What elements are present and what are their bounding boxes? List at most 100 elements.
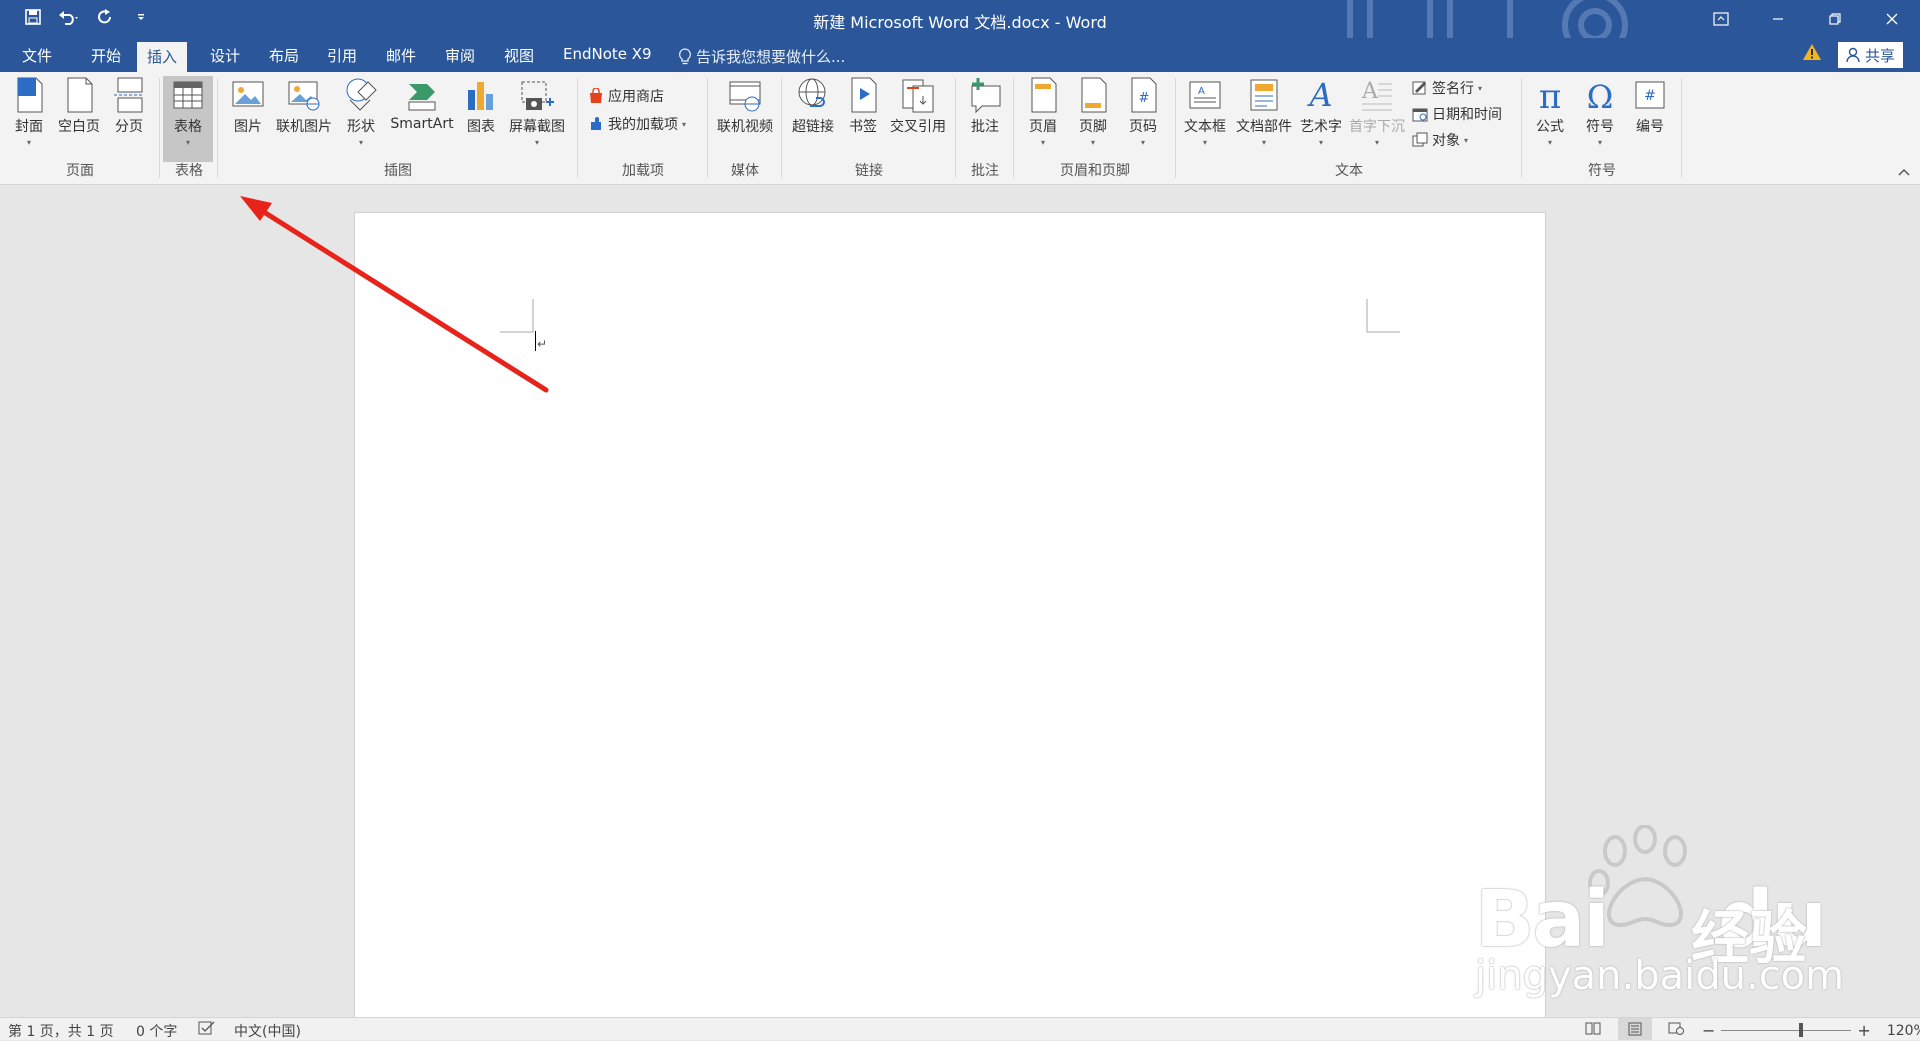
header-button[interactable]: 页眉 ▾: [1020, 76, 1066, 147]
store-icon: [590, 88, 602, 103]
word-count[interactable]: 0 个字: [136, 1021, 177, 1041]
new-comment-button[interactable]: 批注: [962, 76, 1008, 136]
document-page[interactable]: ↵: [354, 212, 1546, 1034]
svg-text:A: A: [1306, 76, 1332, 114]
picture-icon: [232, 81, 264, 107]
collapse-ribbon-icon[interactable]: [1898, 165, 1910, 179]
chart-icon: [468, 82, 493, 110]
print-layout-icon[interactable]: [1618, 1018, 1652, 1040]
text-box-icon: A: [1189, 81, 1221, 109]
window-controls: [1692, 0, 1920, 38]
tell-me-placeholder: 告诉我您想要做什么...: [696, 48, 846, 66]
text-cursor: [535, 331, 536, 351]
tab-view[interactable]: 视图: [502, 45, 536, 66]
comment-icon: [971, 78, 1001, 114]
svg-text:π: π: [1539, 77, 1561, 114]
ribbon-display-options-icon[interactable]: [1692, 0, 1749, 38]
zoom-thumb[interactable]: [1799, 1023, 1804, 1037]
bookmark-button[interactable]: 书签: [842, 76, 884, 136]
group-addins: 应用商店 我的加载项 ▾ 加载项: [578, 72, 708, 184]
tab-endnote[interactable]: EndNote X9: [561, 45, 654, 63]
online-picture-button[interactable]: 联机图片: [272, 76, 336, 136]
page-number-button[interactable]: # 页码 ▾: [1120, 76, 1166, 147]
header-icon: [1031, 77, 1057, 113]
group-label-addins: 加载项: [622, 163, 664, 179]
online-video-button[interactable]: 联机视频: [714, 76, 776, 136]
warning-icon[interactable]: [1802, 43, 1822, 61]
shapes-button[interactable]: 形状 ▾: [338, 76, 384, 147]
drop-cap-button[interactable]: A 首字下沉 ▾: [1346, 76, 1408, 147]
group-label-text: 文本: [1335, 163, 1363, 179]
group-label-symbols: 符号: [1588, 163, 1616, 179]
close-icon[interactable]: [1863, 0, 1920, 38]
table-icon: [173, 81, 203, 109]
numbering-button[interactable]: # 编号: [1626, 76, 1674, 136]
footer-icon: [1081, 77, 1107, 113]
title-bar: 新建 Microsoft Word 文档.docx - Word: [0, 0, 1920, 38]
minimize-icon[interactable]: [1749, 0, 1806, 38]
group-tables: 表格 ▾ 表格: [160, 72, 218, 184]
cross-reference-button[interactable]: 交叉引用: [886, 76, 950, 136]
share-button[interactable]: 共享: [1838, 42, 1904, 68]
quick-parts-button[interactable]: 文档部件 ▾: [1232, 76, 1296, 147]
group-label-links: 链接: [855, 163, 883, 179]
tab-review[interactable]: 审阅: [443, 45, 477, 66]
tab-design[interactable]: 设计: [208, 45, 242, 66]
tab-mailings[interactable]: 邮件: [384, 45, 418, 66]
cover-page-button[interactable]: 封面 ▾: [6, 76, 52, 147]
chart-button[interactable]: 图表: [460, 76, 502, 136]
ribbon-insert: 封面 ▾ 空白页 分页 页面 表格 ▾ 表格 图片 联机图片 形状 ▾ Smar…: [0, 72, 1920, 185]
table-button[interactable]: 表格 ▾: [163, 76, 213, 162]
object-button[interactable]: 对象 ▾: [1412, 130, 1468, 150]
zoom-out-button[interactable]: −: [1702, 1021, 1715, 1040]
zoom-slider[interactable]: − + 120%: [1702, 1021, 1920, 1040]
hyperlink-button[interactable]: 超链接: [786, 76, 840, 136]
picture-button[interactable]: 图片: [226, 76, 270, 136]
person-icon: [1846, 47, 1860, 63]
store-button[interactable]: 应用商店: [588, 86, 664, 106]
tab-layout[interactable]: 布局: [267, 45, 301, 66]
smartart-button[interactable]: SmartArt: [386, 76, 458, 132]
svg-text:#: #: [1139, 91, 1150, 106]
language-status[interactable]: 中文(中国): [234, 1021, 301, 1041]
tab-insert[interactable]: 插入: [137, 42, 188, 72]
web-layout-icon[interactable]: [1668, 1021, 1684, 1039]
equation-button[interactable]: π 公式 ▾: [1526, 76, 1574, 147]
tab-home[interactable]: 开始: [89, 45, 123, 66]
page-count[interactable]: 第 1 页，共 1 页: [8, 1021, 114, 1041]
wordart-icon: A: [1306, 76, 1332, 114]
page-break-icon: [114, 77, 144, 113]
online-picture-icon: [288, 81, 320, 111]
drop-cap-icon: A: [1361, 79, 1392, 111]
group-label-media: 媒体: [731, 163, 759, 179]
numbering-icon: #: [1635, 81, 1665, 109]
group-label-header-footer: 页眉和页脚: [1060, 163, 1130, 179]
signature-line-button[interactable]: 签名行 ▾: [1412, 78, 1482, 98]
cross-reference-icon: [902, 79, 934, 113]
group-label-comments: 批注: [971, 163, 999, 179]
footer-button[interactable]: 页脚 ▾: [1070, 76, 1116, 147]
tab-file[interactable]: 文件: [20, 45, 54, 66]
blank-page-button[interactable]: 空白页: [54, 76, 104, 136]
restore-icon[interactable]: [1806, 0, 1863, 38]
lightbulb-icon: [679, 47, 691, 64]
blank-page-icon: [67, 77, 93, 113]
text-box-button[interactable]: A 文本框 ▾: [1180, 76, 1230, 147]
symbol-button[interactable]: Ω 符号 ▾: [1576, 76, 1624, 147]
pi-icon: π: [1539, 77, 1561, 114]
page-break-button[interactable]: 分页: [106, 76, 152, 136]
group-label-pages: 页面: [66, 163, 94, 179]
read-mode-icon[interactable]: [1585, 1021, 1601, 1039]
my-addins-button[interactable]: 我的加载项 ▾: [588, 114, 686, 134]
signature-line-icon: [1412, 81, 1426, 95]
wordart-button[interactable]: A 艺术字 ▾: [1296, 76, 1346, 147]
zoom-track[interactable]: [1721, 1023, 1852, 1037]
zoom-level[interactable]: 120%: [1887, 1023, 1920, 1039]
zoom-in-button[interactable]: +: [1857, 1021, 1870, 1040]
omega-icon: Ω: [1587, 78, 1614, 114]
screenshot-button[interactable]: 屏幕截图 ▾: [504, 76, 570, 147]
proofing-icon[interactable]: [198, 1021, 216, 1039]
tell-me-search[interactable]: 告诉我您想要做什么...: [678, 46, 845, 67]
tab-references[interactable]: 引用: [325, 45, 359, 66]
date-time-button[interactable]: 日期和时间: [1412, 104, 1502, 124]
